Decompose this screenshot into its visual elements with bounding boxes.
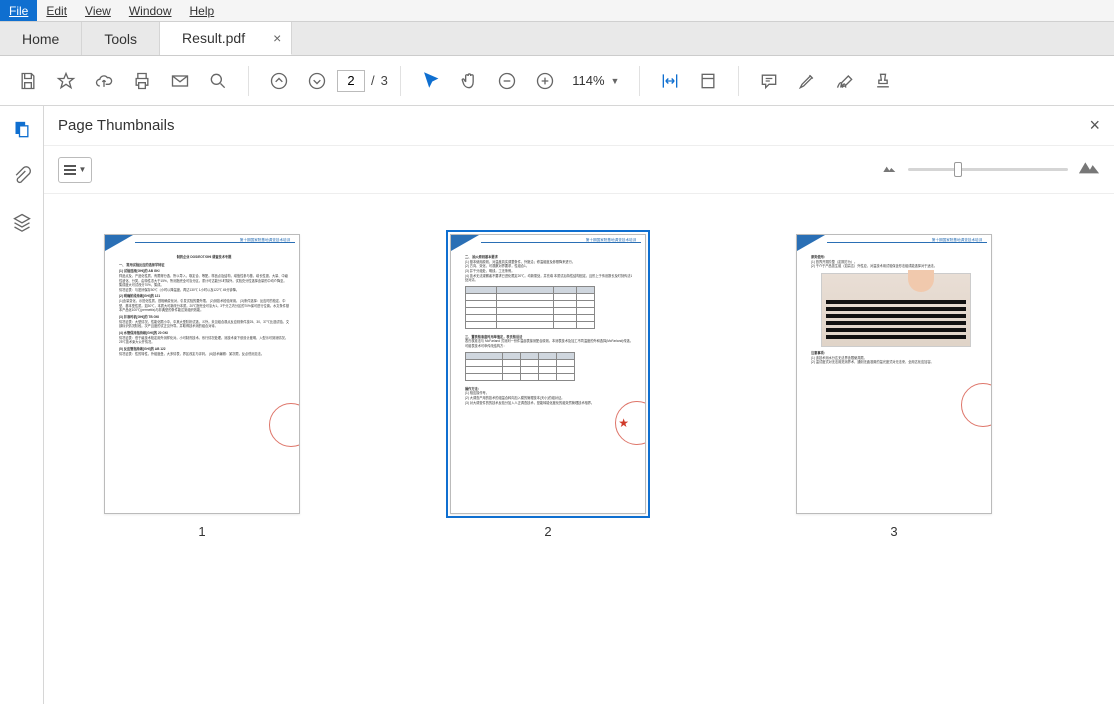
sidebar-layers-button[interactable] [6, 206, 38, 238]
sidebar-thumbnails-button[interactable] [6, 114, 38, 146]
print-button[interactable] [124, 63, 160, 99]
save-button[interactable] [10, 63, 46, 99]
sign-button[interactable] [827, 63, 863, 99]
cloud-button[interactable] [86, 63, 122, 99]
thumbnails-panel: Page Thumbnails × ▼ 第十期国家院基地调查技术培训 [44, 106, 1114, 704]
thumbnails-scroll[interactable]: 第十期国家院基地调查技术培训 制药企业 DOS/EOT/GHI 调查技术专题 一… [44, 194, 1114, 704]
fit-width-button[interactable] [652, 63, 688, 99]
tab-close-icon[interactable]: × [273, 30, 281, 46]
star-stamp-icon: ★ [618, 415, 629, 432]
thumbnail-2[interactable]: 第十期国家院基地调查技术培训 二、 抽火原则基本要求 (1) 基本使用原则，对温… [450, 234, 646, 539]
menu-window[interactable]: Window [120, 0, 181, 21]
thumbnail-size-slider [882, 159, 1100, 180]
page-separator: / [371, 73, 375, 88]
thumbnail-1[interactable]: 第十期国家院基地调查技术培训 制药企业 DOS/EOT/GHI 调查技术专题 一… [104, 234, 300, 539]
caret-down-icon: ▼ [611, 76, 620, 86]
find-button[interactable] [200, 63, 236, 99]
panel-options-button[interactable]: ▼ [58, 157, 92, 183]
selection-tool-button[interactable] [413, 63, 449, 99]
sidebar [0, 106, 44, 704]
tab-strip: Home Tools Result.pdf × [0, 22, 1114, 56]
sidebar-attachments-button[interactable] [6, 160, 38, 192]
menu-file[interactable]: File [0, 0, 37, 21]
menu-view[interactable]: View [76, 0, 120, 21]
menu-bar: File Edit View Window Help [0, 0, 1114, 22]
tab-tools[interactable]: Tools [82, 22, 160, 55]
zoom-level-value: 114% [572, 73, 604, 88]
panel-close-button[interactable]: × [1089, 115, 1100, 136]
zoom-level-dropdown[interactable]: 114% ▼ [565, 69, 627, 93]
tab-document[interactable]: Result.pdf × [160, 22, 292, 55]
stamp-button[interactable] [865, 63, 901, 99]
hand-tool-button[interactable] [451, 63, 487, 99]
thumbnail-3-label: 3 [890, 524, 897, 539]
stamp-icon [961, 383, 992, 427]
stamp-icon [269, 403, 300, 447]
toolbar: / 3 114% ▼ [0, 56, 1114, 106]
star-button[interactable] [48, 63, 84, 99]
zoom-in-button[interactable] [527, 63, 563, 99]
tab-home[interactable]: Home [0, 22, 82, 55]
photo-thumbnail [821, 273, 971, 347]
zoom-out-button[interactable] [489, 63, 525, 99]
page-up-button[interactable] [261, 63, 297, 99]
highlight-button[interactable] [789, 63, 825, 99]
tab-document-label: Result.pdf [182, 30, 245, 46]
page-down-button[interactable] [299, 63, 335, 99]
page-total: 3 [381, 73, 388, 88]
panel-title: Page Thumbnails [58, 117, 174, 134]
slider-track[interactable] [908, 168, 1068, 171]
page-current-input[interactable] [337, 70, 365, 92]
caret-down-icon: ▼ [79, 165, 87, 174]
fit-page-button[interactable] [690, 63, 726, 99]
mountains-large-icon [1078, 159, 1100, 180]
mountains-small-icon [882, 161, 898, 179]
page-indicator: / 3 [337, 70, 388, 92]
menu-edit[interactable]: Edit [37, 0, 76, 21]
thumbnail-3[interactable]: 第十期国家院基地调查技术培训 原类使用： (1) 首界开需阶整（定期方为）。 (… [796, 234, 992, 539]
thumbnail-2-label: 2 [544, 524, 551, 539]
slider-knob[interactable] [954, 162, 962, 177]
email-button[interactable] [162, 63, 198, 99]
comment-button[interactable] [751, 63, 787, 99]
menu-help[interactable]: Help [181, 0, 224, 21]
thumbnail-1-label: 1 [198, 524, 205, 539]
